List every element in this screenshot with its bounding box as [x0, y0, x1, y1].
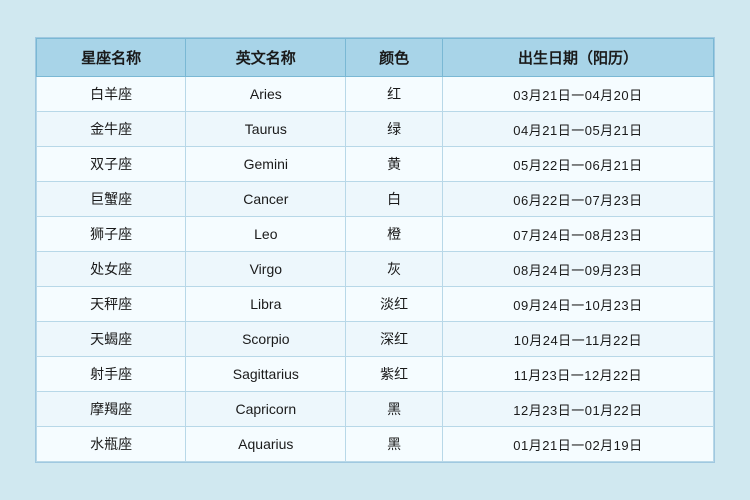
cell-date: 12月23日一01月22日: [442, 392, 713, 427]
table-row: 天蝎座Scorpio深红10月24日一11月22日: [37, 322, 714, 357]
table-row: 射手座Sagittarius紫红11月23日一12月22日: [37, 357, 714, 392]
cell-english-name: Leo: [186, 217, 346, 252]
cell-date: 09月24日一10月23日: [442, 287, 713, 322]
cell-chinese-name: 双子座: [37, 147, 186, 182]
table-row: 处女座Virgo灰08月24日一09月23日: [37, 252, 714, 287]
cell-color: 绿: [346, 112, 443, 147]
cell-chinese-name: 摩羯座: [37, 392, 186, 427]
cell-color: 黑: [346, 427, 443, 462]
cell-color: 白: [346, 182, 443, 217]
table-row: 天秤座Libra淡红09月24日一10月23日: [37, 287, 714, 322]
table-row: 水瓶座Aquarius黑01月21日一02月19日: [37, 427, 714, 462]
cell-chinese-name: 白羊座: [37, 77, 186, 112]
cell-english-name: Aries: [186, 77, 346, 112]
cell-color: 淡红: [346, 287, 443, 322]
table-header-row: 星座名称 英文名称 颜色 出生日期（阳历）: [37, 39, 714, 77]
header-date: 出生日期（阳历）: [442, 39, 713, 77]
table-row: 金牛座Taurus绿04月21日一05月21日: [37, 112, 714, 147]
cell-english-name: Libra: [186, 287, 346, 322]
cell-date: 06月22日一07月23日: [442, 182, 713, 217]
cell-english-name: Capricorn: [186, 392, 346, 427]
table-row: 摩羯座Capricorn黑12月23日一01月22日: [37, 392, 714, 427]
cell-english-name: Aquarius: [186, 427, 346, 462]
cell-date: 03月21日一04月20日: [442, 77, 713, 112]
cell-color: 橙: [346, 217, 443, 252]
header-color: 颜色: [346, 39, 443, 77]
header-english-name: 英文名称: [186, 39, 346, 77]
cell-date: 10月24日一11月22日: [442, 322, 713, 357]
zodiac-table-container: 星座名称 英文名称 颜色 出生日期（阳历） 白羊座Aries红03月21日一04…: [35, 37, 715, 463]
table-row: 狮子座Leo橙07月24日一08月23日: [37, 217, 714, 252]
cell-color: 黑: [346, 392, 443, 427]
cell-chinese-name: 狮子座: [37, 217, 186, 252]
cell-color: 红: [346, 77, 443, 112]
cell-chinese-name: 处女座: [37, 252, 186, 287]
cell-date: 04月21日一05月21日: [442, 112, 713, 147]
cell-color: 深红: [346, 322, 443, 357]
cell-color: 灰: [346, 252, 443, 287]
cell-color: 黄: [346, 147, 443, 182]
cell-date: 11月23日一12月22日: [442, 357, 713, 392]
cell-english-name: Gemini: [186, 147, 346, 182]
cell-date: 07月24日一08月23日: [442, 217, 713, 252]
zodiac-table: 星座名称 英文名称 颜色 出生日期（阳历） 白羊座Aries红03月21日一04…: [36, 38, 714, 462]
cell-date: 08月24日一09月23日: [442, 252, 713, 287]
table-row: 巨蟹座Cancer白06月22日一07月23日: [37, 182, 714, 217]
cell-english-name: Virgo: [186, 252, 346, 287]
cell-chinese-name: 巨蟹座: [37, 182, 186, 217]
cell-english-name: Taurus: [186, 112, 346, 147]
cell-english-name: Scorpio: [186, 322, 346, 357]
table-row: 白羊座Aries红03月21日一04月20日: [37, 77, 714, 112]
table-row: 双子座Gemini黄05月22日一06月21日: [37, 147, 714, 182]
cell-english-name: Cancer: [186, 182, 346, 217]
cell-chinese-name: 天蝎座: [37, 322, 186, 357]
table-body: 白羊座Aries红03月21日一04月20日金牛座Taurus绿04月21日一0…: [37, 77, 714, 462]
cell-chinese-name: 天秤座: [37, 287, 186, 322]
cell-date: 01月21日一02月19日: [442, 427, 713, 462]
cell-chinese-name: 射手座: [37, 357, 186, 392]
cell-chinese-name: 水瓶座: [37, 427, 186, 462]
cell-color: 紫红: [346, 357, 443, 392]
cell-chinese-name: 金牛座: [37, 112, 186, 147]
header-chinese-name: 星座名称: [37, 39, 186, 77]
cell-date: 05月22日一06月21日: [442, 147, 713, 182]
cell-english-name: Sagittarius: [186, 357, 346, 392]
